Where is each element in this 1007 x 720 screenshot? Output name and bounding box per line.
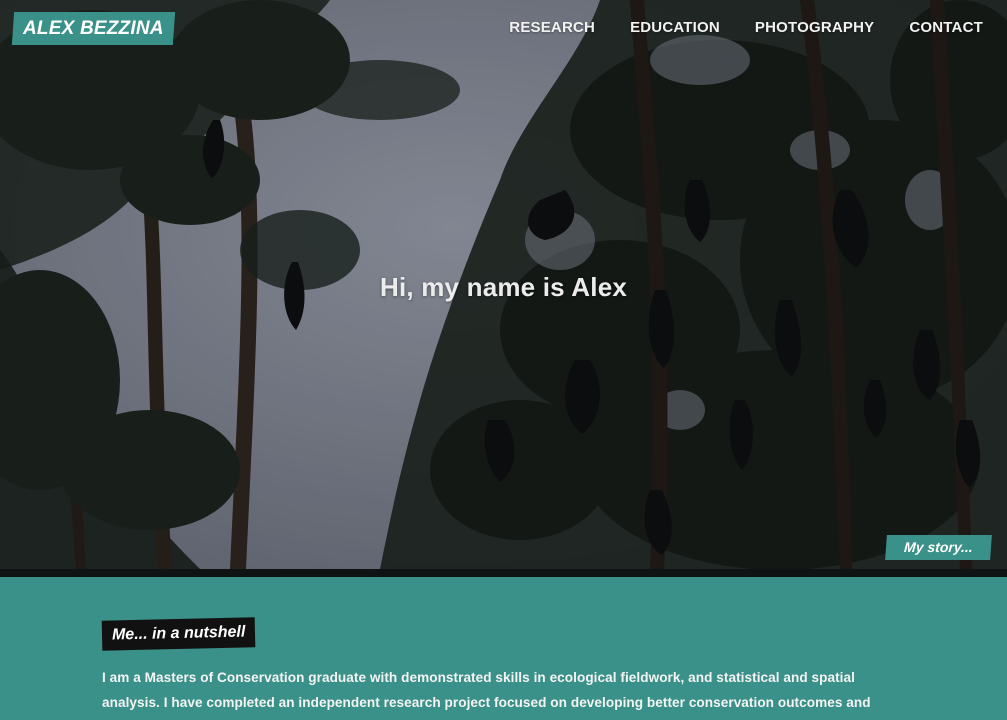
- about-text: I am a Masters of Conservation graduate …: [102, 670, 871, 710]
- nav-link-contact[interactable]: CONTACT: [909, 19, 983, 36]
- main-nav: RESEARCH EDUCATION PHOTOGRAPHY CONTACT: [509, 19, 983, 36]
- about-section: Me... in a nutshell I am a Masters of Co…: [0, 577, 1007, 720]
- nav-link-education[interactable]: EDUCATION: [630, 19, 720, 36]
- nav-link-research[interactable]: RESEARCH: [509, 19, 595, 36]
- about-heading: Me... in a nutshell: [101, 617, 256, 651]
- site-logo-text: ALEX BEZZINA: [23, 18, 164, 39]
- nav-link-photography[interactable]: PHOTOGRAPHY: [755, 19, 874, 36]
- section-divider: [0, 569, 1007, 577]
- hero-title: Hi, my name is Alex: [379, 272, 628, 302]
- hero-section: ALEX BEZZINA RESEARCH EDUCATION PHOTOGRA…: [0, 0, 1007, 569]
- my-story-button[interactable]: My story...: [885, 535, 992, 560]
- site-logo[interactable]: ALEX BEZZINA: [11, 12, 175, 45]
